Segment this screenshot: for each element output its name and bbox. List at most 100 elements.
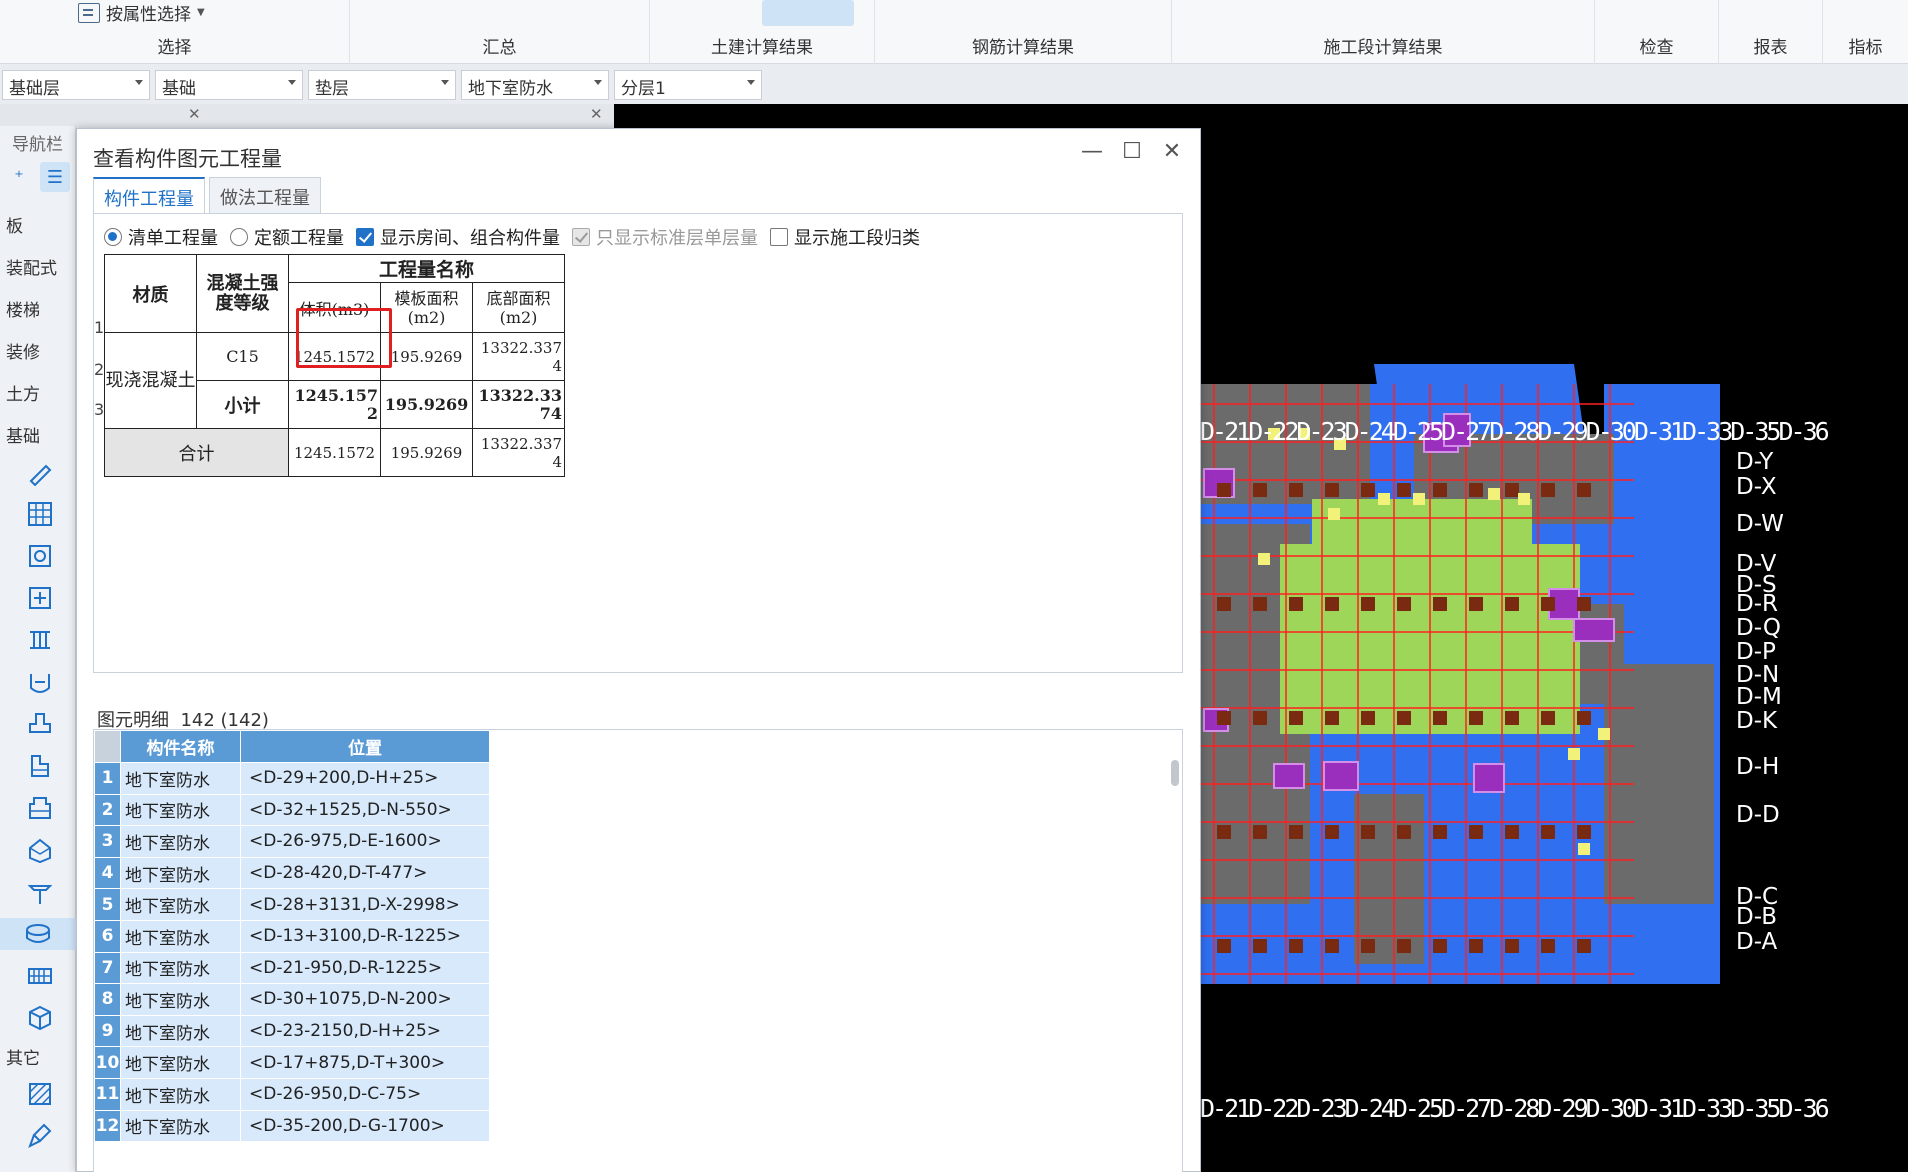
pile-cap-pad: [1433, 711, 1447, 725]
pile-cap-pad: [1361, 483, 1375, 497]
radio-selected-icon: [104, 228, 122, 246]
nav-category-other[interactable]: 其它: [6, 1044, 40, 1069]
floor-component-selectors: 基础层 基础 垫层 地下室防水 分层1: [0, 68, 770, 102]
detail-count: 142 (142): [180, 710, 269, 731]
table-row[interactable]: 8 地下室防水 <D-30+1075,D-N-200>: [94, 983, 490, 1016]
pile-cap-pad: [1397, 597, 1411, 611]
table-row[interactable]: 3 地下室防水 <D-26-975,D-E-1600>: [94, 825, 490, 858]
pile-cap-pad: [1577, 597, 1591, 611]
cell-total-formwork: 195.9269: [380, 428, 473, 477]
ribbon-group-index: 指标: [1823, 0, 1908, 64]
list-quantity-radio[interactable]: 清单工程量: [104, 224, 218, 250]
ribbon-group-label: 钢筋计算结果: [972, 38, 1074, 58]
table-row[interactable]: 5 地下室防水 <D-28+3131,D-X-2998>: [94, 888, 490, 921]
table-row[interactable]: 9 地下室防水 <D-23-2150,D-H+25>: [94, 1014, 490, 1048]
sump-icon[interactable]: [24, 666, 56, 698]
cushion-layer-icon[interactable]: [0, 918, 76, 950]
row-position: <D-28+3131,D-X-2998>: [240, 888, 490, 921]
header-component-name: 构件名称: [120, 730, 241, 763]
vertical-scrollbar[interactable]: [1171, 760, 1179, 786]
standard-floor-only-checkbox: 只显示标准层单层量: [572, 224, 758, 250]
list-view-icon[interactable]: ☰: [40, 162, 70, 192]
header-quantity-name: 工程量名称: [288, 254, 565, 283]
pyramid-footing-icon[interactable]: [24, 834, 56, 866]
component-name-select[interactable]: 地下室防水: [461, 70, 609, 100]
layer-select[interactable]: 分层1: [614, 70, 762, 100]
quota-quantity-label: 定额工程量: [254, 228, 344, 249]
brush-icon[interactable]: [24, 1120, 56, 1152]
tab-method-quantity[interactable]: 做法工程量: [209, 177, 321, 213]
floor-select[interactable]: 基础层: [2, 70, 150, 100]
component-type-select[interactable]: 基础: [155, 70, 303, 100]
table-row[interactable]: 10 地下室防水 <D-17+875,D-T+300>: [94, 1046, 490, 1079]
row-index: 10: [94, 1046, 121, 1079]
cube-icon[interactable]: [24, 1002, 56, 1034]
quota-quantity-radio[interactable]: 定额工程量: [230, 224, 344, 250]
component-select[interactable]: 垫层: [308, 70, 456, 100]
table-row[interactable]: 2 地下室防水 <D-32+1525,D-N-550>: [94, 793, 490, 827]
attribute-select-button[interactable]: 按属性选择 ▼: [78, 0, 205, 25]
pile-cap-pad: [1325, 483, 1339, 497]
pencil-icon[interactable]: [24, 456, 56, 488]
strip-footing-icon[interactable]: [24, 582, 56, 614]
row-component-name: 地下室防水: [120, 1109, 241, 1143]
ribbon-group-summary: 汇总: [350, 0, 650, 64]
pile-cap-pad: [1325, 939, 1339, 953]
table-row[interactable]: 4 地下室防水 <D-28-420,D-T-477>: [94, 856, 490, 890]
nav-category-stairs[interactable]: 楼梯: [6, 296, 40, 321]
pile-cap-pad: [1505, 825, 1519, 839]
pile-cap-pad: [1253, 711, 1267, 725]
grid-foundation-icon[interactable]: [24, 498, 56, 530]
pile-cap-pad: [1469, 825, 1483, 839]
minimize-icon[interactable]: —: [1077, 139, 1107, 164]
pile-cap-pad: [1577, 711, 1591, 725]
show-rooms-checkbox[interactable]: 显示房间、组合构件量: [356, 224, 560, 250]
purple-footing: [1323, 761, 1359, 791]
pile-cap-pad: [1217, 483, 1231, 497]
column-pad: [1413, 493, 1425, 505]
table-row[interactable]: 7 地下室防水 <D-21-950,D-R-1225>: [94, 951, 490, 985]
table-row[interactable]: 12 地下室防水 <D-35-200,D-G-1700>: [94, 1109, 490, 1143]
column-base-icon[interactable]: [24, 708, 56, 740]
component-name-value: 地下室防水: [468, 79, 553, 99]
row-position: <D-28-420,D-T-477>: [240, 856, 490, 890]
table-row[interactable]: 11 地下室防水 <D-26-950,D-C-75>: [94, 1077, 490, 1111]
checkbox-disabled-icon: [572, 228, 590, 246]
table-row[interactable]: 6 地下室防水 <D-13+3100,D-R-1225>: [94, 919, 490, 953]
row-position: <D-26-975,D-E-1600>: [240, 825, 490, 858]
row-index: 7: [94, 951, 121, 985]
close-icon[interactable]: ✕: [188, 105, 201, 123]
pile-cap-pad: [1253, 483, 1267, 497]
tab-component-quantity[interactable]: 构件工程量: [93, 177, 205, 213]
view-quantity-button[interactable]: [762, 0, 854, 26]
close-icon[interactable]: ✕: [1157, 139, 1187, 164]
nav-category-slab[interactable]: 板: [6, 212, 23, 237]
tiered-footing-icon[interactable]: [24, 792, 56, 824]
stepped-footing-icon[interactable]: [24, 750, 56, 782]
add-icon[interactable]: ⁺: [4, 162, 34, 192]
waterproof-grid-icon[interactable]: [24, 960, 56, 992]
table-row[interactable]: 1 地下室防水 <D-29+200,D-H+25>: [94, 762, 490, 795]
hatch-icon[interactable]: [24, 1078, 56, 1110]
row-component-name: 地下室防水: [120, 951, 241, 985]
axis-label: D-M: [1736, 684, 1782, 710]
nav-category-decoration[interactable]: 装修: [6, 338, 40, 363]
row-position: <D-35-200,D-G-1700>: [240, 1109, 490, 1143]
ribbon-group-stage-results: 施工段计算结果: [1172, 0, 1595, 64]
pile-cap-pad: [1577, 483, 1591, 497]
attribute-select-label: 按属性选择: [106, 5, 191, 25]
nav-category-earthwork[interactable]: 土方: [6, 380, 40, 405]
pile-cap-pad: [1397, 825, 1411, 839]
ribbon-group-report: 报表: [1719, 0, 1823, 64]
maximize-icon[interactable]: ☐: [1117, 139, 1147, 164]
chevron-down-icon: ▼: [197, 7, 205, 18]
attribute-select-icon: [78, 2, 100, 23]
pile-cap-icon[interactable]: [24, 624, 56, 656]
nav-category-foundation[interactable]: 基础: [6, 422, 40, 447]
nav-category-prefab[interactable]: 装配式: [6, 254, 57, 279]
close-icon[interactable]: ✕: [590, 105, 603, 123]
cell-formwork: 195.9269: [380, 332, 473, 381]
show-stage-checkbox[interactable]: 显示施工段归类: [770, 224, 920, 250]
pile-icon[interactable]: [24, 876, 56, 908]
isolated-footing-icon[interactable]: [24, 540, 56, 572]
